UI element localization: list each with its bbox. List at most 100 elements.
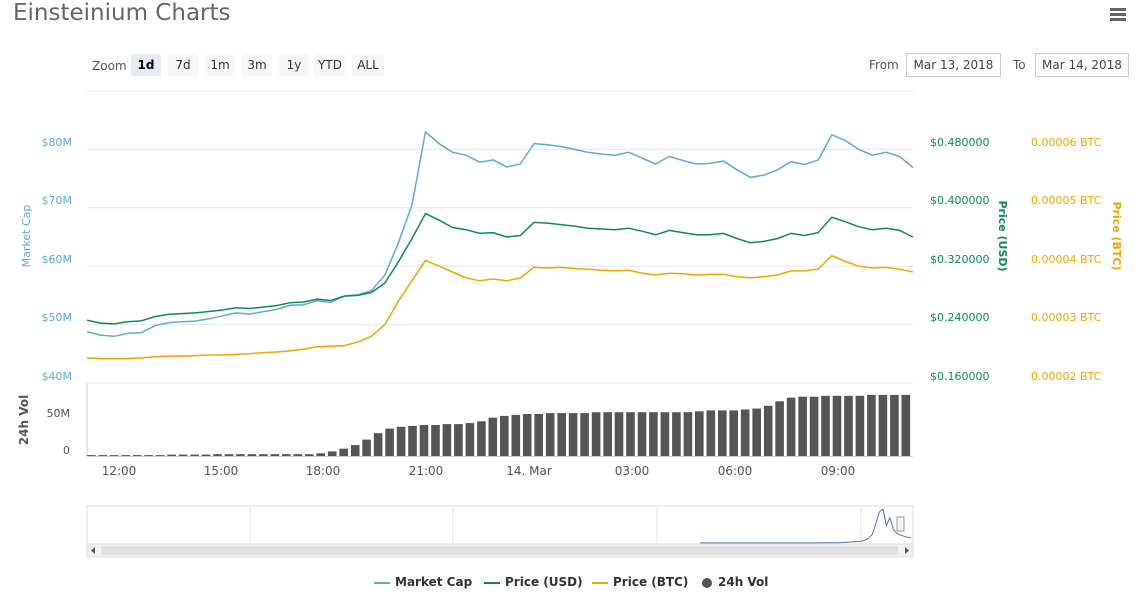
volume-bar bbox=[327, 451, 337, 456]
volume-bar bbox=[522, 414, 532, 456]
volume-bars bbox=[87, 394, 911, 457]
volume-bar bbox=[477, 421, 486, 456]
x-axis: 12:00 15:00 18:00 21:00 14. Mar 03:00 06… bbox=[102, 464, 856, 478]
volume-bar bbox=[752, 408, 761, 457]
volume-bar bbox=[488, 417, 498, 456]
market-cap-axis-label: Market Cap bbox=[20, 205, 33, 268]
x-tick-4: 14. Mar bbox=[506, 464, 552, 478]
navigator-scroll-thumb bbox=[101, 546, 898, 555]
volume-bar bbox=[87, 455, 96, 456]
volume-bar bbox=[798, 396, 807, 456]
navigator[interactable]: 2015 2016 2017 2018 bbox=[86, 505, 914, 558]
volume-bar bbox=[259, 454, 268, 456]
volume-bar bbox=[144, 455, 153, 456]
volume-bar bbox=[821, 395, 830, 456]
volume-bar bbox=[695, 411, 704, 456]
volume-bar bbox=[178, 454, 188, 456]
price-btc-line bbox=[86, 254, 914, 360]
volume-bar bbox=[649, 412, 658, 456]
volume-bar bbox=[718, 410, 727, 456]
volume-bar bbox=[350, 445, 360, 456]
volume-bar bbox=[534, 414, 543, 456]
price-usd-line bbox=[86, 212, 914, 325]
x-tick-6: 06:00 bbox=[718, 464, 753, 478]
volume-bar bbox=[511, 414, 521, 456]
volume-bar bbox=[786, 397, 796, 456]
legend-price-btc[interactable]: Price (BTC) bbox=[592, 575, 688, 591]
volume-tick-1: 0 bbox=[63, 444, 70, 457]
navigator-handle bbox=[896, 516, 905, 532]
volume-bar bbox=[740, 409, 750, 456]
volume-bar bbox=[878, 394, 888, 456]
price-usd-axis-label: Price (USD) bbox=[996, 200, 1009, 271]
volume-bar bbox=[626, 412, 635, 456]
volume-bar bbox=[155, 455, 165, 456]
price-usd-tick-4: $0.160000 bbox=[930, 370, 990, 383]
volume-tick-0: 50M bbox=[47, 407, 71, 420]
volume-bar bbox=[224, 454, 234, 456]
volume-bar bbox=[236, 454, 245, 456]
price-usd-tick-2: $0.320000 bbox=[930, 253, 990, 266]
volume-bar bbox=[672, 412, 681, 456]
x-tick-3: 21:00 bbox=[409, 464, 444, 478]
market-cap-tick-1: $70M bbox=[42, 194, 73, 207]
volume-bar bbox=[637, 412, 647, 456]
volume-bar bbox=[293, 454, 303, 456]
volume-bar bbox=[373, 433, 383, 456]
market-cap-tick-4: $40M bbox=[42, 370, 73, 383]
price-btc-tick-1: 0.00005 BTC bbox=[1031, 194, 1102, 207]
volume-bar bbox=[901, 394, 911, 456]
volume-bar bbox=[500, 415, 509, 457]
volume-bar bbox=[591, 412, 601, 456]
price-btc-tick-2: 0.00004 BTC bbox=[1031, 253, 1102, 266]
volume-bar bbox=[190, 454, 199, 456]
market-cap-tick-0: $80M bbox=[42, 136, 73, 149]
volume-bar bbox=[832, 395, 842, 456]
price-btc-axis-label: Price (BTC) bbox=[1110, 201, 1123, 270]
volume-bar bbox=[247, 454, 257, 456]
x-tick-5: 03:00 bbox=[615, 464, 650, 478]
volume-bar bbox=[545, 413, 555, 456]
price-usd-tick-3: $0.240000 bbox=[930, 311, 990, 324]
volume-bar bbox=[98, 455, 108, 456]
price-chart[interactable]: $80M $70M $60M $50M $40M Market Cap $0.4… bbox=[0, 0, 1141, 603]
price-btc-tick-3: 0.00003 BTC bbox=[1031, 311, 1102, 324]
volume-bar bbox=[362, 439, 371, 456]
legend-24h-vol[interactable]: 24h Vol bbox=[702, 575, 768, 591]
market-cap-tick-2: $60M bbox=[42, 253, 73, 266]
volume-bar bbox=[419, 425, 429, 456]
x-tick-0: 12:00 bbox=[102, 464, 137, 478]
legend-price-usd[interactable]: Price (USD) bbox=[484, 575, 583, 591]
volume-bar bbox=[706, 410, 716, 456]
volume-bar bbox=[201, 454, 211, 456]
price-usd-tick-1: $0.400000 bbox=[930, 194, 990, 207]
volume-bar bbox=[109, 455, 119, 456]
volume-bar bbox=[132, 455, 142, 456]
volume-bar bbox=[763, 405, 773, 456]
volume-bar bbox=[396, 426, 406, 456]
volume-bar bbox=[614, 412, 624, 456]
volume-bar bbox=[603, 412, 612, 456]
volume-bar bbox=[568, 413, 578, 456]
volume-bar bbox=[431, 425, 440, 456]
volume-bar bbox=[775, 401, 784, 457]
volume-bar bbox=[167, 454, 176, 456]
volume-bar bbox=[844, 395, 853, 456]
y-axes: $80M $70M $60M $50M $40M Market Cap $0.4… bbox=[17, 136, 1123, 457]
volume-bar bbox=[305, 454, 314, 456]
volume-bar bbox=[855, 395, 865, 456]
price-usd-tick-0: $0.480000 bbox=[930, 136, 990, 149]
volume-bar bbox=[454, 424, 463, 456]
volume-bar bbox=[339, 448, 348, 456]
volume-bar bbox=[408, 425, 417, 456]
volume-bar bbox=[316, 453, 325, 456]
volume-bar bbox=[809, 396, 819, 456]
volume-bar bbox=[660, 412, 670, 456]
legend-market-cap[interactable]: Market Cap bbox=[374, 575, 472, 591]
price-btc-tick-4: 0.00002 BTC bbox=[1031, 370, 1102, 383]
price-btc-tick-0: 0.00006 BTC bbox=[1031, 136, 1102, 149]
volume-bar bbox=[282, 454, 291, 456]
volume-bar bbox=[867, 394, 876, 456]
volume-bar bbox=[729, 410, 738, 456]
volume-bar bbox=[213, 454, 222, 456]
